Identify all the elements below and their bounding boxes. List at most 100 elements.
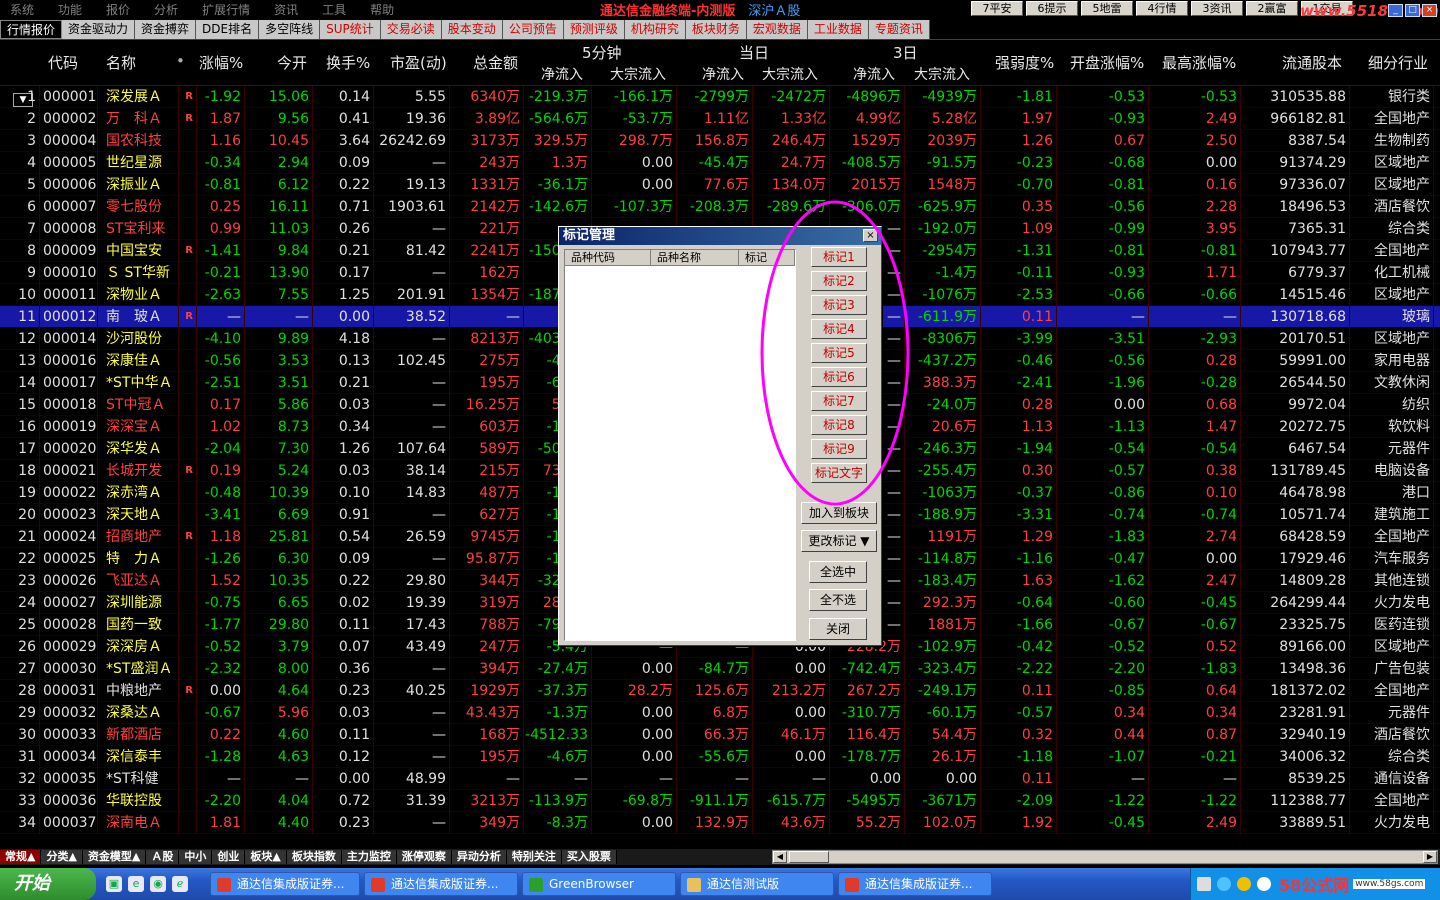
task-button[interactable]: GreenBrowser: [522, 872, 676, 896]
col-change[interactable]: 涨幅%: [199, 52, 243, 73]
bottom-tab[interactable]: 涨停观察: [396, 850, 452, 864]
menu-item[interactable]: 功能: [58, 1, 82, 18]
table-row[interactable]: 6 000007 零七股份 0.25 16.11 0.71 1903.61 2142万 -142…: [0, 196, 1440, 218]
add-to-block-button[interactable]: 加入到板块: [801, 502, 877, 524]
close-icon[interactable]: ×: [1422, 4, 1437, 17]
menu-item[interactable]: 帮助: [370, 1, 394, 18]
top-tab[interactable]: 专题资讯: [868, 20, 930, 39]
menu-item[interactable]: 报价: [106, 1, 130, 18]
col-5min-bulk[interactable]: 大宗流入: [610, 64, 666, 84]
mark-col-code[interactable]: 品种代码: [565, 250, 651, 265]
select-none-button[interactable]: 全不选: [809, 589, 867, 611]
menu-item[interactable]: 分析: [154, 1, 178, 18]
bottom-tab[interactable]: 资金模型▲: [82, 850, 147, 864]
col-5min-net[interactable]: 净流入: [541, 64, 583, 84]
horizontal-scrollbar[interactable]: ◀ ▶: [772, 850, 1438, 864]
top-tab[interactable]: 股本变动: [441, 20, 503, 39]
col-amount[interactable]: 总金额: [473, 52, 518, 73]
table-row[interactable]: 3 000004 国农科技 1.16 10.45 3.64 26242.69 3173万 329…: [0, 130, 1440, 152]
menu-item[interactable]: 扩展行情: [202, 1, 250, 18]
media-icon[interactable]: ◉: [150, 876, 166, 892]
table-row[interactable]: 29 000032 深桑达Ａ -0.67 5.96 0.03—43.43万 -1.3万 0.0…: [0, 702, 1440, 724]
col-3day-bulk[interactable]: 大宗流入: [914, 64, 970, 84]
table-row[interactable]: 27 000030 *ST盛润Ａ -2.32 8.00 0.36—394万 -27.4万 0.…: [0, 658, 1440, 680]
top-tab[interactable]: 预测评级: [563, 20, 625, 39]
table-row[interactable]: 31 000034 深信泰丰 -1.28 4.63 0.12—195万 -4.6万 0.00-…: [0, 746, 1440, 768]
bottom-tab[interactable]: 异动分析: [451, 850, 507, 864]
bottom-tab[interactable]: 买入股票: [561, 850, 617, 864]
table-row[interactable]: 28 000031 中粮地产 R 0.00 4.64 0.23 40.25 1929万 -37.3…: [0, 680, 1440, 702]
dialog-close-icon[interactable]: ×: [863, 229, 878, 242]
keyboard-icon[interactable]: [1197, 877, 1211, 891]
quick-button[interactable]: 2赢富: [1246, 1, 1298, 16]
col-turnover[interactable]: 换手%: [326, 52, 370, 73]
top-tab[interactable]: 板块财务: [685, 20, 747, 39]
bottom-tab[interactable]: 常规▲: [0, 850, 42, 864]
scroll-right-icon[interactable]: ▶: [1423, 851, 1437, 863]
table-row[interactable]: 1 000001 深发展Ａ R -1.92 15.06 0.14 5.55 6340万 -219.…: [0, 86, 1440, 108]
scroll-left-icon[interactable]: ◀: [773, 851, 787, 863]
minimize-icon[interactable]: _: [1388, 4, 1403, 17]
close-button[interactable]: 关闭: [809, 618, 867, 640]
bottom-tab[interactable]: 板块▲: [245, 850, 287, 864]
quick-button[interactable]: 5地雷: [1081, 1, 1133, 16]
col-industry[interactable]: 细分行业: [1368, 52, 1428, 73]
change-mark-dropdown[interactable]: 更改标记 ▼: [801, 530, 877, 552]
col-day-bulk[interactable]: 大宗流入: [762, 64, 818, 84]
mark-button[interactable]: 标记7: [811, 391, 867, 411]
top-tab[interactable]: 交易必读: [380, 20, 442, 39]
top-tab[interactable]: 资金搏弈: [135, 20, 197, 39]
table-row[interactable]: 33 000036 华联控股 -2.20 4.04 0.72 31.39 3213万 -113.…: [0, 790, 1440, 812]
maximize-icon[interactable]: □: [1405, 4, 1420, 17]
top-tab[interactable]: 工业数据: [807, 20, 869, 39]
menu-item[interactable]: 系统: [10, 1, 34, 18]
mark-button[interactable]: 标记6: [811, 367, 867, 387]
col-code[interactable]: 代码: [48, 52, 78, 73]
mark-button[interactable]: 标记5: [811, 343, 867, 363]
bottom-tab[interactable]: 中小: [179, 850, 213, 864]
bottom-tab[interactable]: Ａ股: [146, 850, 180, 864]
task-button[interactable]: 通达信集成版证券...: [364, 872, 518, 896]
mark-button[interactable]: 标记9: [811, 439, 867, 459]
quick-button[interactable]: 6提示: [1026, 1, 1078, 16]
table-row[interactable]: 2 000002 万 科Ａ R 1.87 9.56 0.41 19.36 3.89亿 -564.6…: [0, 108, 1440, 130]
top-tab[interactable]: 资金驱动力: [62, 20, 136, 39]
col-open[interactable]: 今开: [277, 52, 307, 73]
browser-icon[interactable]: e: [128, 876, 144, 892]
desktop-icon[interactable]: ▣: [106, 876, 122, 892]
mark-button[interactable]: 标记8: [811, 415, 867, 435]
top-tab[interactable]: 机构研究: [624, 20, 686, 39]
top-tab[interactable]: 公司预告: [502, 20, 564, 39]
top-tab[interactable]: 宏观数据: [746, 20, 808, 39]
table-row[interactable]: 4 000005 世纪星源 -0.34 2.94 0.09—243万 1.3万 0.00 -45…: [0, 152, 1440, 174]
volume-icon[interactable]: [1257, 877, 1271, 891]
network-icon[interactable]: [1217, 877, 1231, 891]
mark-col-mark[interactable]: 标记: [739, 250, 795, 265]
bottom-tab[interactable]: 主力监控: [341, 850, 397, 864]
start-button[interactable]: 开始: [0, 868, 96, 900]
mark-button[interactable]: 标记4: [811, 319, 867, 339]
task-button[interactable]: 通达信集成版证券...: [210, 872, 360, 896]
quick-button[interactable]: 7平安: [971, 1, 1023, 16]
select-all-button[interactable]: 全选中: [809, 561, 867, 583]
mark-button[interactable]: 标记3: [811, 295, 867, 315]
col-strength[interactable]: 强弱度%: [995, 52, 1054, 73]
col-pe[interactable]: 市盈(动): [390, 52, 447, 73]
menu-item[interactable]: 资讯: [274, 1, 298, 18]
task-button[interactable]: 通达信集成版证券...: [838, 872, 992, 896]
top-tab[interactable]: SUP统计: [320, 20, 381, 39]
bottom-tab[interactable]: 分类▲: [41, 850, 83, 864]
mark-button[interactable]: 标记1: [811, 247, 867, 267]
bottom-tab[interactable]: 特别关注: [506, 850, 562, 864]
col-day-net[interactable]: 净流入: [702, 64, 744, 84]
quick-button[interactable]: 3资讯: [1191, 1, 1243, 16]
quick-button[interactable]: 4行情: [1136, 1, 1188, 16]
col-3day-net[interactable]: 净流入: [853, 64, 895, 84]
col-name[interactable]: 名称: [106, 52, 136, 73]
col-float-shares[interactable]: 流通股本: [1282, 52, 1342, 73]
top-tab[interactable]: 行情报价: [0, 20, 63, 39]
task-button[interactable]: 通达信测试版: [680, 872, 834, 896]
col-max-change[interactable]: 最高涨幅%: [1162, 52, 1236, 73]
scroll-thumb[interactable]: [789, 851, 829, 863]
ie-icon[interactable]: ℯ: [172, 876, 188, 892]
